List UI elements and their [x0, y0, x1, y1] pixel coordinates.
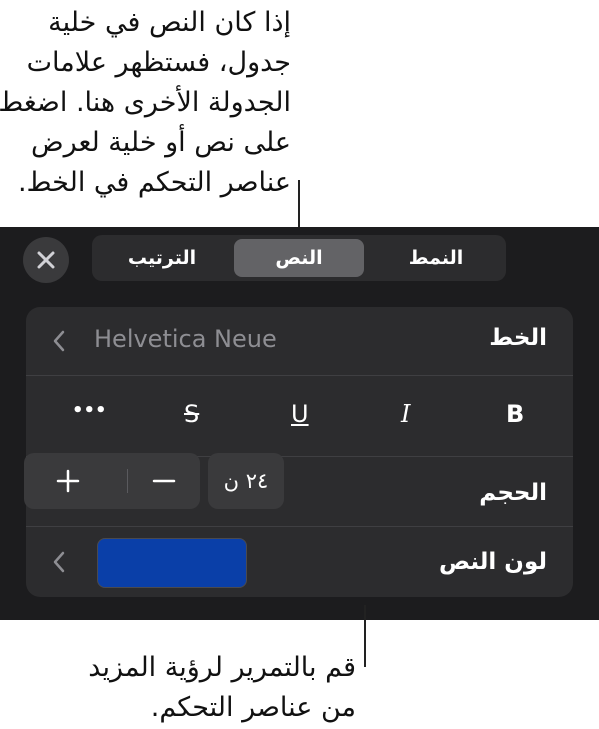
callout-top-text: إذا كان النص في خلية جدول، فستظهر علامات… [0, 3, 291, 203]
chevron-left-icon [53, 551, 65, 573]
callout-bottom-text: قم بالتمرير لرؤية المزيد من عناصر التحكم… [16, 648, 356, 728]
callout-bottom-leader-line [364, 605, 366, 667]
size-label: الحجم [479, 480, 547, 506]
close-icon [37, 251, 55, 269]
callout-top-line-2: جدول، فستظهر علامات [26, 47, 291, 78]
format-tabs: الترتيب النص النمط [92, 235, 506, 281]
style-row: ••• S U I B [26, 376, 573, 456]
callout-top-line-4: على نص أو خلية لعرض [30, 127, 291, 158]
close-button[interactable] [23, 237, 69, 283]
tab-text[interactable]: النص [234, 239, 364, 277]
font-name-value: Helvetica Neue [94, 325, 277, 353]
size-stepper [24, 453, 200, 509]
strikethrough-button[interactable]: S [184, 400, 199, 428]
underline-button[interactable]: U [291, 400, 309, 428]
bold-button[interactable]: B [506, 400, 524, 428]
tab-style[interactable]: النمط [366, 235, 506, 281]
font-label: الخط [489, 325, 547, 351]
chevron-left-icon [53, 330, 65, 352]
callout-bottom-line-2: من عناصر التحكم. [150, 692, 356, 723]
font-row[interactable]: Helvetica Neue الخط [26, 307, 573, 375]
decrease-size-button[interactable] [128, 453, 200, 509]
more-options-button[interactable]: ••• [72, 400, 107, 421]
callout-top-line-3: الجدولة الأخرى هنا. اضغط [0, 87, 291, 118]
italic-button[interactable]: I [401, 400, 410, 428]
callout-bottom-line-1: قم بالتمرير لرؤية المزيد [88, 652, 356, 683]
tab-arrange[interactable]: الترتيب [92, 235, 232, 281]
minus-icon [152, 479, 176, 483]
callout-top-line-1: إذا كان النص في خلية [48, 7, 291, 38]
font-size-value[interactable]: ٢٤ ن [208, 453, 284, 509]
text-color-swatch[interactable] [97, 538, 247, 588]
increase-size-button[interactable] [24, 453, 112, 509]
plus-icon [56, 469, 80, 493]
text-color-label: لون النص [439, 549, 547, 575]
callout-top-line-5: عناصر التحكم في الخط. [17, 167, 291, 198]
